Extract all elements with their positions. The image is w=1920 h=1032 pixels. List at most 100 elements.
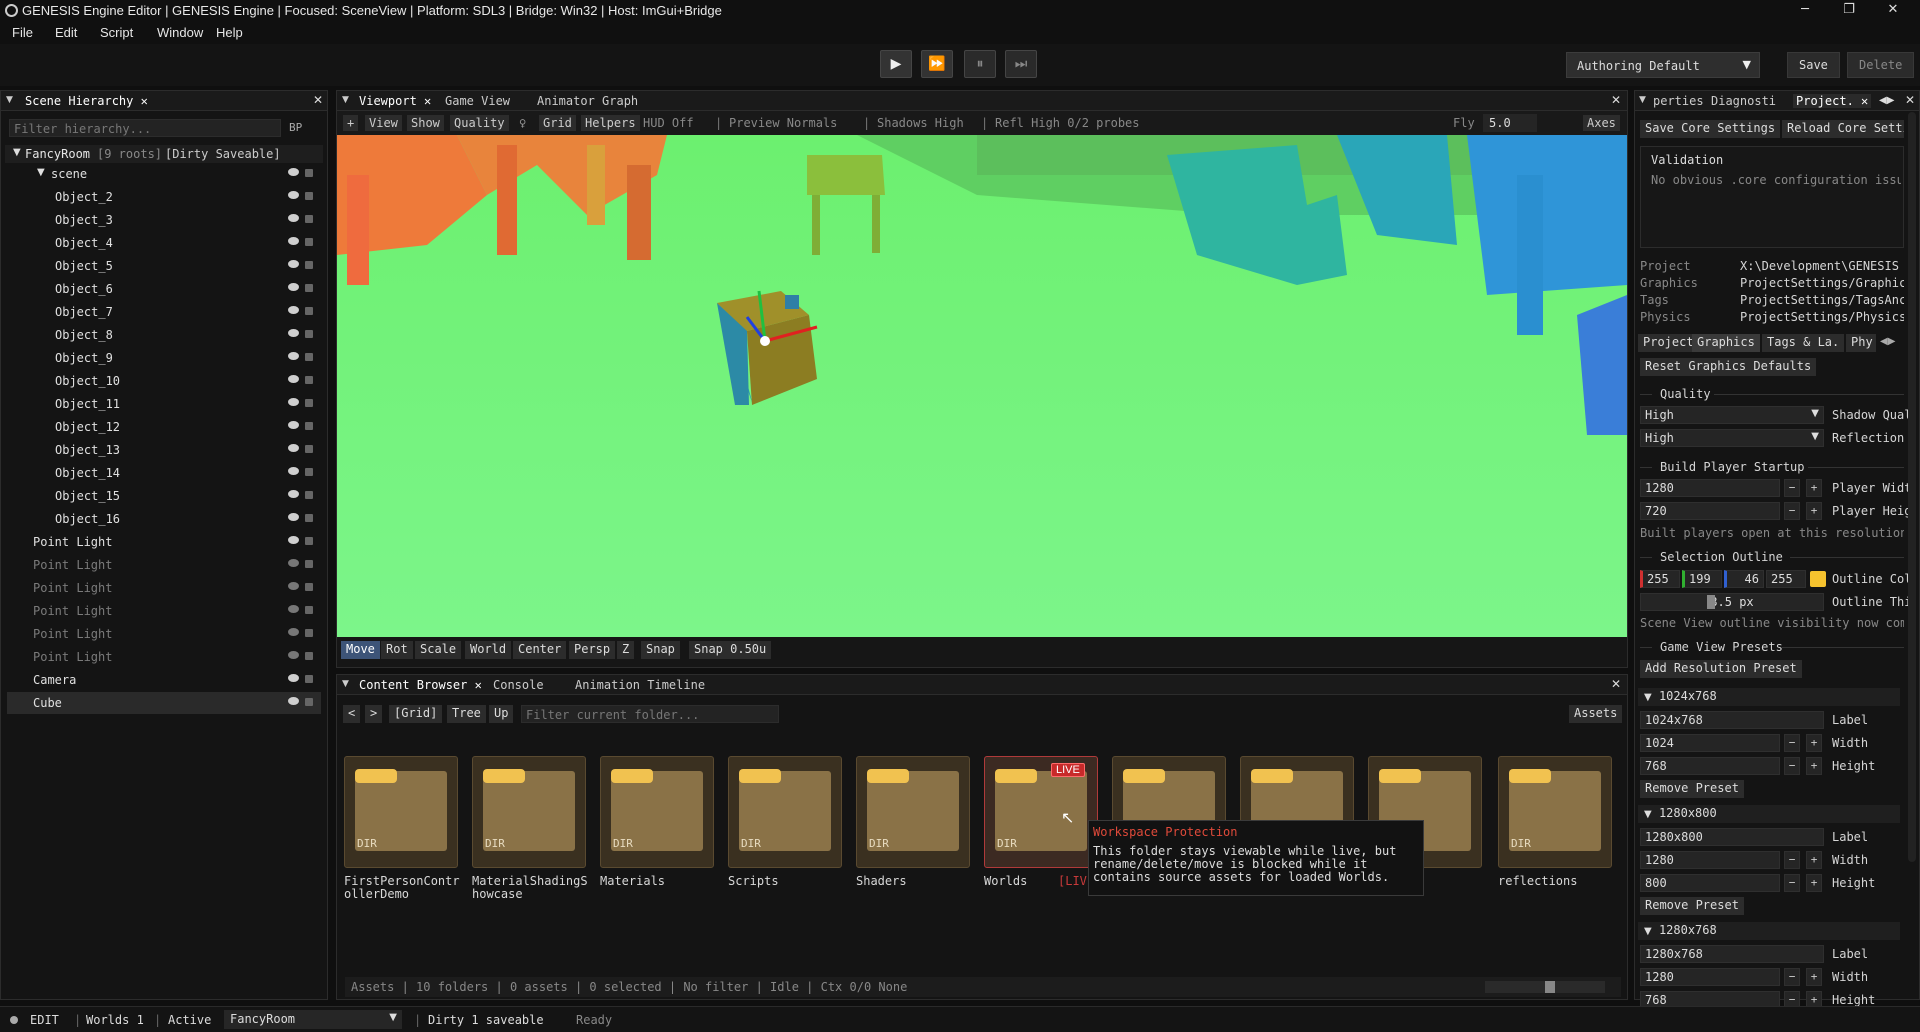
panel-menu-icon[interactable]: ▼: [342, 95, 349, 105]
lock-icon[interactable]: [305, 192, 313, 200]
tree-node-object[interactable]: Object_9: [7, 347, 321, 369]
decrement-button[interactable]: −: [1784, 851, 1800, 869]
decrement-button[interactable]: −: [1784, 502, 1800, 520]
increment-button[interactable]: +: [1806, 968, 1822, 986]
preset-label-input[interactable]: 1024x768: [1640, 711, 1824, 729]
preset-header[interactable]: ▼ 1024x768: [1638, 688, 1900, 706]
scene-view-canvas[interactable]: [337, 135, 1627, 637]
increment-button[interactable]: +: [1806, 757, 1822, 775]
tree-node-point-light[interactable]: Point Light: [7, 600, 321, 622]
preset-label-input[interactable]: 1280x800: [1640, 828, 1824, 846]
close-icon[interactable]: ✕: [313, 93, 323, 107]
preview-normals-status[interactable]: Preview Normals: [729, 116, 837, 130]
lock-icon[interactable]: [305, 514, 313, 522]
tab-game-view[interactable]: Game View: [445, 94, 510, 108]
lock-icon[interactable]: [305, 606, 313, 614]
view-menu[interactable]: View: [365, 115, 402, 131]
pause-button[interactable]: ⏸: [964, 50, 996, 78]
lock-icon[interactable]: [305, 629, 313, 637]
tab-animator-graph[interactable]: Animator Graph: [537, 94, 638, 108]
scale-tool-button[interactable]: Scale: [415, 641, 462, 659]
tree-node-object[interactable]: Object_16: [7, 508, 321, 530]
folder-tile[interactable]: DIR: [472, 756, 586, 868]
visibility-eye-icon[interactable]: [288, 398, 299, 406]
hierarchy-filter-input[interactable]: Filter hierarchy...: [9, 119, 281, 137]
remove-preset-button[interactable]: Remove Preset: [1640, 897, 1744, 915]
lock-icon[interactable]: [305, 353, 313, 361]
pivot-center-toggle[interactable]: Center: [513, 641, 567, 659]
tree-node-object[interactable]: Object_15: [7, 485, 321, 507]
tree-node-object[interactable]: Object_4: [7, 232, 321, 254]
visibility-eye-icon[interactable]: [288, 352, 299, 360]
visibility-eye-icon[interactable]: [288, 260, 299, 268]
decrement-button[interactable]: −: [1784, 479, 1800, 497]
move-tool-button[interactable]: Move: [341, 641, 380, 659]
tab-animation-timeline[interactable]: Animation Timeline: [575, 678, 705, 692]
reload-core-settings-button[interactable]: Reload Core Setti: [1782, 120, 1904, 138]
show-menu[interactable]: Show: [407, 115, 444, 131]
projection-toggle[interactable]: Persp: [569, 641, 616, 659]
folder-tile[interactable]: DIR LIVE: [984, 756, 1098, 868]
world-space-toggle[interactable]: World: [465, 641, 512, 659]
preset-height-input[interactable]: 768: [1640, 757, 1780, 775]
visibility-eye-icon[interactable]: [288, 421, 299, 429]
panel-menu-icon[interactable]: ▼: [1639, 95, 1646, 105]
panel-menu-icon[interactable]: ▼: [342, 679, 349, 689]
thumbnail-size-slider[interactable]: [1485, 981, 1605, 993]
menu-edit[interactable]: Edit: [55, 25, 77, 40]
increment-button[interactable]: +: [1806, 874, 1822, 892]
lock-icon[interactable]: [305, 169, 313, 177]
subtab-project[interactable]: Project: [1638, 334, 1699, 352]
grid-view-button[interactable]: [Grid]: [389, 705, 443, 723]
tab-properties[interactable]: perties: [1653, 94, 1704, 108]
visibility-eye-icon[interactable]: [288, 237, 299, 245]
outline-red-input[interactable]: 255: [1640, 570, 1680, 588]
decrement-button[interactable]: −: [1784, 734, 1800, 752]
tree-node-object[interactable]: Object_6: [7, 278, 321, 300]
outline-alpha-input[interactable]: 255: [1766, 570, 1806, 588]
tree-node-object[interactable]: Object_13: [7, 439, 321, 461]
folder-tile[interactable]: DIR: [856, 756, 970, 868]
close-icon[interactable]: ✕: [1905, 93, 1915, 107]
close-icon[interactable]: ✕: [1611, 677, 1621, 691]
visibility-hidden-icon[interactable]: [288, 651, 299, 659]
scene-render[interactable]: [337, 135, 1627, 637]
light-bulb-icon[interactable]: ♀: [519, 116, 526, 130]
panel-menu-icon[interactable]: ▼: [6, 95, 13, 105]
visibility-hidden-icon[interactable]: [288, 582, 299, 590]
tree-node-scene[interactable]: ▼ scene: [7, 163, 321, 185]
hud-status[interactable]: HUD Off: [643, 116, 694, 130]
fly-speed-input[interactable]: 5.0: [1483, 114, 1537, 132]
folder-tile[interactable]: DIR: [1498, 756, 1612, 868]
preset-label-input[interactable]: 1280x768: [1640, 945, 1824, 963]
visibility-eye-icon[interactable]: [288, 674, 299, 682]
close-window-button[interactable]: ✕: [1878, 2, 1908, 20]
visibility-eye-icon[interactable]: [288, 283, 299, 291]
tree-node-object[interactable]: Object_10: [7, 370, 321, 392]
menu-script[interactable]: Script: [100, 25, 133, 40]
folder-tile[interactable]: DIR: [728, 756, 842, 868]
delete-button[interactable]: Delete: [1847, 52, 1915, 78]
visibility-hidden-icon[interactable]: [288, 628, 299, 636]
tree-expand-icon[interactable]: ▼: [1644, 926, 1652, 937]
menu-file[interactable]: File: [12, 25, 33, 40]
bp-toggle[interactable]: BP: [289, 121, 302, 134]
lock-icon[interactable]: [305, 698, 313, 706]
add-button[interactable]: +: [343, 115, 359, 131]
tab-console[interactable]: Console: [493, 678, 544, 692]
preset-height-input[interactable]: 800: [1640, 874, 1780, 892]
lock-icon[interactable]: [305, 376, 313, 384]
active-world-select[interactable]: FancyRoom ▼: [224, 1010, 402, 1029]
tree-node-object[interactable]: Object_3: [7, 209, 321, 231]
close-icon[interactable]: ✕: [1611, 93, 1621, 107]
helpers-toggle[interactable]: Helpers: [581, 115, 640, 131]
preset-width-input[interactable]: 1280: [1640, 968, 1780, 986]
tab-diagnostics[interactable]: Diagnosti: [1711, 94, 1776, 108]
preset-header[interactable]: ▼ 1280x800: [1638, 805, 1900, 823]
forward-button[interactable]: >: [365, 705, 383, 723]
tree-node-point-light[interactable]: Point Light: [7, 623, 321, 645]
subtab-graphics[interactable]: Graphics: [1692, 334, 1760, 352]
increment-button[interactable]: +: [1806, 851, 1822, 869]
lock-icon[interactable]: [305, 652, 313, 660]
tab-content-browser[interactable]: Content Browser ✕: [359, 678, 482, 692]
